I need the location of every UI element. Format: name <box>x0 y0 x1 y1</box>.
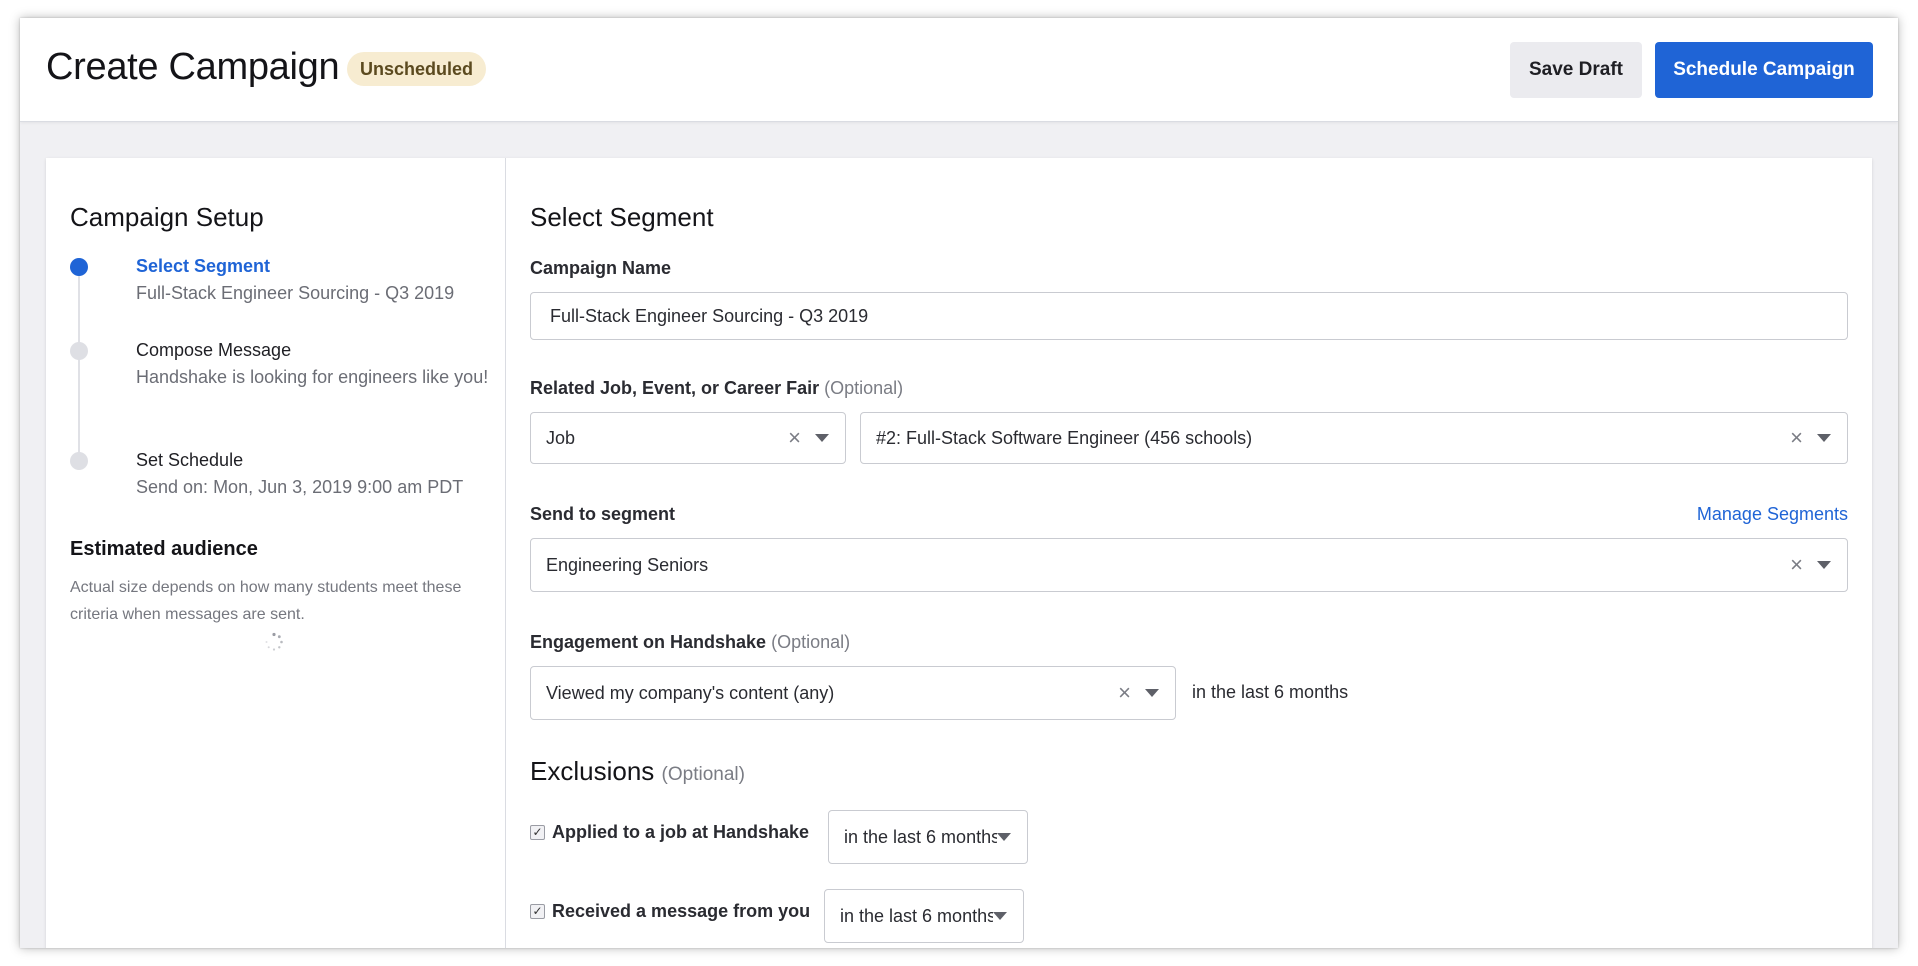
save-draft-button[interactable]: Save Draft <box>1510 42 1642 98</box>
engagement-optional-text: (Optional) <box>771 632 851 652</box>
schedule-campaign-button[interactable]: Schedule Campaign <box>1655 42 1873 98</box>
exclusion-applied-period-value: in the last 6 months <box>844 826 997 847</box>
section-title: Select Segment <box>530 202 714 232</box>
engagement-select[interactable]: Viewed my company's content (any) × <box>530 666 1176 720</box>
related-label: Related Job, Event, or Career Fair (Opti… <box>530 378 903 399</box>
related-item-select[interactable]: #2: Full-Stack Software Engineer (456 sc… <box>860 412 1848 464</box>
step-select-segment[interactable]: Select Segment <box>136 256 270 277</box>
estimated-audience-desc: Actual size depends on how many students… <box>70 579 462 623</box>
related-type-value: Job <box>546 427 576 448</box>
step-indicator-select-segment <box>70 258 88 276</box>
chevron-down-icon[interactable] <box>1817 434 1831 442</box>
campaign-name-label: Campaign Name <box>530 258 672 278</box>
status-badge: Unscheduled <box>347 52 487 86</box>
engagement-period-text: in the last 6 months <box>1192 682 1349 702</box>
step-compose-message[interactable]: Compose Message <box>136 340 291 361</box>
engagement-value: Viewed my company's content (any) <box>546 682 835 703</box>
send-to-segment-label: Send to segment <box>530 504 676 524</box>
chevron-down-icon[interactable] <box>997 833 1011 841</box>
related-item-value: #2: Full-Stack Software Engineer (456 sc… <box>876 427 1253 448</box>
segment-select[interactable]: Engineering Seniors × <box>530 538 1848 592</box>
loading-spinner-icon <box>265 632 283 651</box>
chevron-down-icon[interactable] <box>1145 689 1159 697</box>
manage-segments-link[interactable]: Manage Segments <box>1697 504 1848 525</box>
step-set-schedule[interactable]: Set Schedule <box>136 450 243 471</box>
step-compose-message-desc: Handshake is looking for engineers like … <box>136 367 489 387</box>
sidebar-title: Campaign Setup <box>70 202 264 232</box>
campaign-card: Campaign Setup Select Segment Full-Stack… <box>46 158 1872 948</box>
step-indicator-set-schedule <box>70 452 88 470</box>
chevron-down-icon[interactable] <box>1817 561 1831 569</box>
steps-connector <box>78 270 80 464</box>
campaign-setup-sidebar: Campaign Setup Select Segment Full-Stack… <box>46 158 506 948</box>
chevron-down-icon[interactable] <box>815 434 829 442</box>
engagement-label: Engagement on Handshake (Optional) <box>530 632 850 653</box>
exclusion-applied-period-select[interactable]: in the last 6 months <box>828 810 1028 864</box>
exclusion-message-checkbox[interactable]: ✓ <box>530 904 545 919</box>
exclusions-title-text: Exclusions <box>530 756 655 786</box>
chevron-down-icon[interactable] <box>993 912 1007 920</box>
exclusions-title: Exclusions (Optional) <box>530 756 745 787</box>
select-segment-form: Select Segment Campaign Name Full-Stack … <box>506 158 1872 948</box>
exclusion-applied-checkbox[interactable]: ✓ <box>530 825 545 840</box>
estimated-audience-title: Estimated audience <box>70 538 258 560</box>
clear-icon[interactable]: × <box>1790 425 1803 451</box>
step-set-schedule-desc: Send on: Mon, Jun 3, 2019 9:00 am PDT <box>136 477 464 497</box>
page-header: Create Campaign Unscheduled Save Draft S… <box>20 18 1898 122</box>
app-window: Create Campaign Unscheduled Save Draft S… <box>20 18 1898 948</box>
exclusion-message-period-value: in the last 6 months <box>840 905 993 926</box>
clear-icon[interactable]: × <box>1118 680 1131 706</box>
clear-icon[interactable]: × <box>788 425 801 451</box>
exclusion-applied-label: Applied to a job at Handshake <box>552 822 810 842</box>
step-indicator-compose-message <box>70 342 88 360</box>
page-title: Create Campaign <box>46 46 340 88</box>
engagement-label-text: Engagement on Handshake <box>530 632 767 652</box>
segment-value: Engineering Seniors <box>546 554 709 575</box>
exclusion-message-period-select[interactable]: in the last 6 months <box>824 889 1024 943</box>
related-type-select[interactable]: Job × <box>530 412 846 464</box>
campaign-name-input[interactable]: Full-Stack Engineer Sourcing - Q3 2019 <box>530 292 1848 340</box>
exclusion-message-label: Received a message from you <box>552 901 811 921</box>
related-optional-text: (Optional) <box>824 378 904 398</box>
clear-icon[interactable]: × <box>1790 552 1803 578</box>
campaign-name-value: Full-Stack Engineer Sourcing - Q3 2019 <box>550 305 869 326</box>
exclusions-optional-text: (Optional) <box>661 764 745 785</box>
step-select-segment-desc: Full-Stack Engineer Sourcing - Q3 2019 <box>136 283 455 303</box>
related-label-text: Related Job, Event, or Career Fair <box>530 378 820 398</box>
